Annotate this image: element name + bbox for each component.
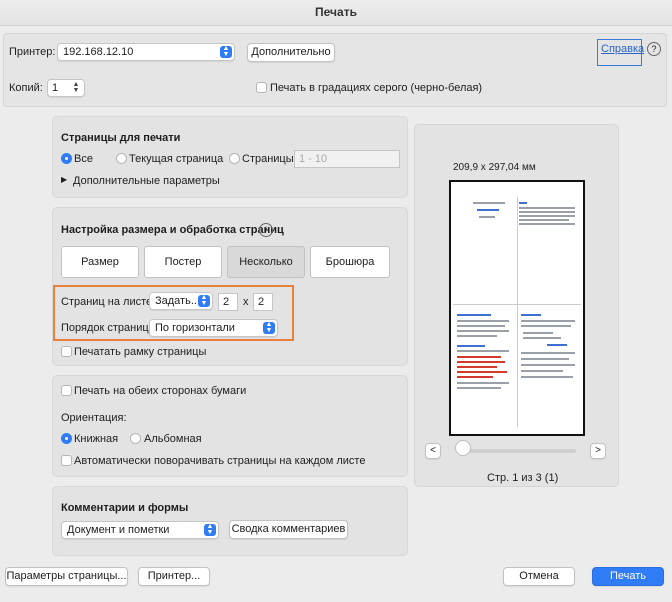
chevron-updown-icon: ▲ ▼: [198, 294, 210, 307]
radio-portrait[interactable]: [61, 433, 72, 444]
pages-group-title: Страницы для печати: [61, 132, 181, 144]
orientation-label: Ориентация:: [61, 412, 127, 424]
radio-all[interactable]: [61, 153, 72, 164]
rows-input[interactable]: 2: [253, 293, 273, 311]
printer-button[interactable]: Принтер...: [138, 567, 210, 586]
print-button[interactable]: Печать: [592, 567, 664, 586]
page-slider-knob[interactable]: [455, 440, 471, 456]
page-order-select[interactable]: По горизонтали ▲ ▼: [149, 319, 278, 337]
page-setup-button[interactable]: Параметры страницы...: [5, 567, 128, 586]
page-slider-track[interactable]: [460, 449, 576, 453]
print-border-label: Печатать рамку страницы: [74, 346, 207, 358]
tab-multiple[interactable]: Несколько: [227, 246, 305, 278]
page-order-value: По горизонтали: [155, 322, 235, 334]
comments-summary-button[interactable]: Сводка комментариев: [229, 520, 348, 539]
radio-current[interactable]: [116, 153, 127, 164]
tab-booklet[interactable]: Брошюра: [310, 246, 390, 278]
pages-per-sheet-select[interactable]: Задать... ▲ ▼: [149, 292, 213, 310]
comments-group-title: Комментарии и формы: [61, 502, 189, 514]
stepper-icon[interactable]: ▲ ▼: [70, 81, 82, 94]
help-link[interactable]: Справка: [601, 43, 644, 55]
cancel-button[interactable]: Отмена: [503, 567, 575, 586]
radio-range[interactable]: [229, 153, 240, 164]
radio-landscape-label: Альбомная: [144, 433, 202, 445]
chevron-updown-icon: ▲ ▼: [204, 523, 216, 536]
next-page-button[interactable]: >: [590, 443, 606, 459]
pages-per-sheet-value: Задать...: [155, 295, 200, 307]
more-options-link[interactable]: Дополнительные параметры: [73, 175, 220, 187]
page-order-label: Порядок страниц:: [61, 322, 152, 334]
preview-page: [449, 180, 585, 436]
columns-input[interactable]: 2: [218, 293, 238, 311]
info-icon[interactable]: i: [259, 223, 273, 237]
sizing-group-title: Настройка размера и обработка страниц: [61, 224, 284, 236]
tab-poster[interactable]: Постер: [144, 246, 222, 278]
comments-select[interactable]: Документ и пометки ▲ ▼: [61, 521, 219, 539]
printer-value: 192.168.12.10: [63, 46, 134, 58]
grayscale-checkbox[interactable]: [256, 82, 267, 93]
tab-size[interactable]: Размер: [61, 246, 139, 278]
chevron-updown-icon: ▲ ▼: [220, 45, 232, 58]
copies-label: Копий:: [9, 82, 43, 94]
printer-label: Принтер:: [9, 46, 56, 58]
disclosure-triangle-icon[interactable]: ▶: [61, 175, 67, 184]
prev-page-button[interactable]: <: [425, 443, 441, 459]
radio-portrait-label: Книжная: [74, 433, 119, 445]
duplex-checkbox[interactable]: [61, 385, 72, 396]
help-icon[interactable]: ?: [647, 42, 661, 56]
times-label: x: [243, 296, 249, 308]
page-info-label: Стр. 1 из 3 (1): [487, 472, 559, 484]
radio-all-label: Все: [74, 153, 93, 165]
paper-size-label: 209,9 x 297,04 мм: [453, 162, 536, 173]
copies-value: 1: [52, 82, 59, 94]
duplex-label: Печать на обеих сторонах бумаги: [74, 385, 247, 397]
auto-rotate-checkbox[interactable]: [61, 455, 72, 466]
auto-rotate-label: Автоматически поворачивать страницы на к…: [74, 455, 366, 467]
page-range-input[interactable]: 1 - 10: [294, 150, 400, 168]
printer-select[interactable]: 192.168.12.10 ▲ ▼: [57, 43, 235, 61]
radio-landscape[interactable]: [130, 433, 141, 444]
chevron-updown-icon: ▲ ▼: [263, 321, 275, 334]
copies-stepper[interactable]: 1 ▲ ▼: [47, 79, 85, 97]
window-title: Печать: [0, 0, 672, 26]
comments-value: Документ и пометки: [67, 524, 170, 536]
radio-current-label: Текущая страница: [129, 153, 224, 165]
grayscale-label: Печать в градациях серого (черно-белая): [270, 82, 483, 94]
radio-range-label: Страницы: [242, 153, 294, 165]
print-border-checkbox[interactable]: [61, 346, 72, 357]
printer-details-button[interactable]: Дополнительно: [247, 43, 335, 62]
pages-per-sheet-label: Страниц на листе:: [61, 296, 156, 308]
